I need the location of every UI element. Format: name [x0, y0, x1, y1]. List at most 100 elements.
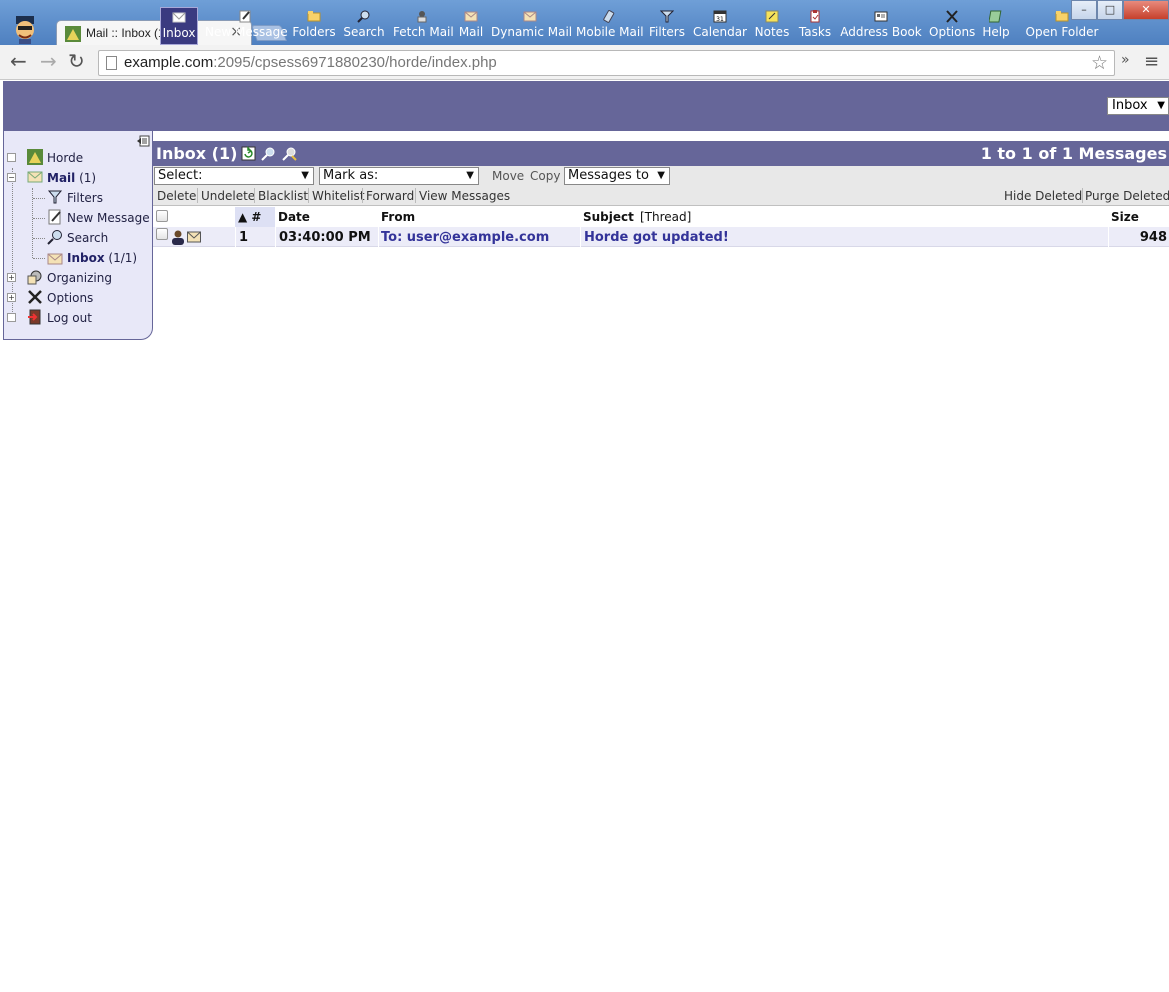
mark-as-dropdown[interactable]: Mark as: ▼: [319, 167, 479, 185]
menu-mail[interactable]: Mail: [457, 7, 485, 45]
menu-fetch-mail[interactable]: Fetch Mail: [393, 7, 454, 45]
person-icon: [172, 230, 184, 245]
sidebar-item-horde[interactable]: Horde: [7, 148, 147, 168]
tree-expand-icon[interactable]: +: [7, 273, 16, 282]
menu-folders[interactable]: Folders: [292, 7, 336, 45]
column-number[interactable]: ▲ #: [235, 207, 275, 227]
inbox-icon: [47, 253, 63, 265]
url-text: example.com:2095/cpsess6971880230/horde/…: [124, 54, 497, 71]
search-icon: [47, 230, 62, 245]
message-actions-bar: Delete Undelete Blacklist Whitelist Forw…: [153, 186, 1169, 206]
close-window-button[interactable]: ✕: [1123, 0, 1169, 20]
view-messages-link[interactable]: View Messages: [419, 189, 510, 203]
column-from[interactable]: From: [381, 210, 415, 224]
unread-mail-icon: [187, 231, 201, 243]
filter-icon: [660, 10, 674, 23]
reload-button[interactable]: ↻: [68, 50, 85, 72]
browser-menu-icon[interactable]: ≡: [1144, 51, 1159, 72]
menu-options[interactable]: Options: [929, 7, 975, 45]
column-date[interactable]: Date: [278, 210, 310, 224]
sidebar-item-inbox[interactable]: Inbox (1/1): [47, 248, 147, 268]
column-size[interactable]: Size: [1111, 210, 1139, 224]
filter-icon: [47, 190, 63, 204]
sidebar-item-options[interactable]: + Options: [7, 288, 147, 308]
notes-icon: [765, 10, 779, 23]
column-subject[interactable]: Subject: [583, 210, 634, 224]
menu-search[interactable]: Search: [343, 7, 385, 45]
blacklist-link[interactable]: Blacklist: [258, 189, 308, 203]
open-folder-icon: [1055, 11, 1069, 22]
select-all-checkbox[interactable]: [156, 210, 168, 222]
chevron-down-icon: ▼: [657, 170, 665, 181]
new-message-icon: [239, 10, 251, 23]
search-settings-icon[interactable]: [282, 146, 297, 161]
logout-icon: [28, 309, 41, 325]
menu-address-book[interactable]: Address Book: [840, 7, 922, 45]
sidebar-item-mail[interactable]: − Mail (1): [7, 168, 147, 188]
horde-menu-bar: [3, 81, 1169, 131]
message-subject[interactable]: Horde got updated!: [584, 230, 729, 245]
chevron-down-icon: ▼: [466, 170, 474, 181]
menu-calendar[interactable]: 31 Calendar: [692, 7, 748, 45]
sidebar-item-filters[interactable]: Filters: [47, 188, 147, 208]
sidebar-item-organizing[interactable]: + Organizing: [7, 268, 147, 288]
horde-favicon-icon: [65, 26, 81, 42]
inbox-icon: [172, 12, 186, 23]
table-row[interactable]: 1 03:40:00 PM To: user@example.com Horde…: [153, 227, 1169, 247]
svg-text:31: 31: [716, 16, 724, 23]
message-list-header: ▲ # Date From Subject [Thread] Size: [153, 207, 1169, 227]
undelete-link[interactable]: Undelete: [201, 189, 255, 203]
extensions-overflow-icon[interactable]: »: [1121, 52, 1130, 68]
tree-expand-icon[interactable]: +: [7, 293, 16, 302]
menu-tasks[interactable]: Tasks: [796, 7, 834, 45]
menu-filters[interactable]: Filters: [648, 7, 686, 45]
page-icon: [106, 56, 117, 70]
mailbox-title: Inbox (1): [156, 144, 238, 163]
message-checkbox[interactable]: [156, 228, 168, 240]
address-bar[interactable]: example.com:2095/cpsess6971880230/horde/…: [98, 50, 1115, 76]
hide-deleted-link[interactable]: Hide Deleted: [1004, 189, 1082, 203]
menu-mobile-mail[interactable]: Mobile Mail: [576, 7, 644, 45]
copy-button[interactable]: Copy: [530, 169, 560, 183]
menu-dynamic-mail[interactable]: Dynamic Mail: [491, 7, 572, 45]
folder-select[interactable]: Inbox ▼: [1107, 97, 1169, 115]
purge-deleted-link[interactable]: Purge Deleted: [1085, 189, 1169, 203]
sidebar-item-new-message[interactable]: New Message: [47, 208, 150, 228]
tree-node-box: [7, 313, 16, 322]
search-icon[interactable]: [261, 146, 276, 161]
new-message-icon: [48, 209, 61, 225]
tab-title: Mail :: Inbox (1): [86, 26, 169, 40]
tasks-icon: [810, 10, 820, 23]
user-avatar-icon[interactable]: [10, 14, 40, 44]
sidebar-item-search[interactable]: Search: [47, 228, 147, 248]
dynamic-mail-icon: [523, 11, 537, 22]
refresh-icon[interactable]: [241, 146, 256, 161]
action-bar: Select: ▼ Mark as: ▼ Move Copy Messages to…: [153, 166, 1169, 186]
menu-open-folder[interactable]: Open Folder: [1025, 7, 1099, 45]
move-button[interactable]: Move: [492, 169, 524, 183]
select-dropdown[interactable]: Select: ▼: [154, 167, 314, 185]
menu-new-message[interactable]: New Message: [205, 7, 288, 45]
menu-help[interactable]: Help: [981, 7, 1011, 45]
help-icon: [989, 10, 1002, 23]
menu-inbox[interactable]: Inbox: [160, 7, 198, 45]
message-from[interactable]: To: user@example.com: [381, 230, 549, 245]
maximize-button[interactable]: □: [1097, 0, 1123, 20]
delete-link[interactable]: Delete: [157, 189, 196, 203]
chevron-down-icon: ▼: [1157, 100, 1165, 111]
mail-icon: [27, 171, 43, 183]
back-button[interactable]: ←: [10, 50, 27, 72]
whitelist-link[interactable]: Whitelist: [312, 189, 365, 203]
bookmark-star-icon[interactable]: ☆: [1091, 52, 1108, 74]
menu-notes[interactable]: Notes: [754, 7, 790, 45]
search-icon: [357, 10, 370, 23]
sidebar-item-logout[interactable]: Log out: [7, 308, 147, 328]
mobile-mail-icon: [603, 10, 615, 23]
target-folder-dropdown[interactable]: Messages to ▼: [564, 167, 670, 185]
forward-button[interactable]: →: [40, 50, 57, 72]
collapse-sidebar-icon[interactable]: [136, 134, 150, 148]
message-size: 948: [1139, 230, 1167, 245]
column-thread[interactable]: [Thread]: [640, 210, 691, 224]
tree-collapse-icon[interactable]: −: [7, 173, 16, 182]
forward-link[interactable]: Forward: [366, 189, 414, 203]
